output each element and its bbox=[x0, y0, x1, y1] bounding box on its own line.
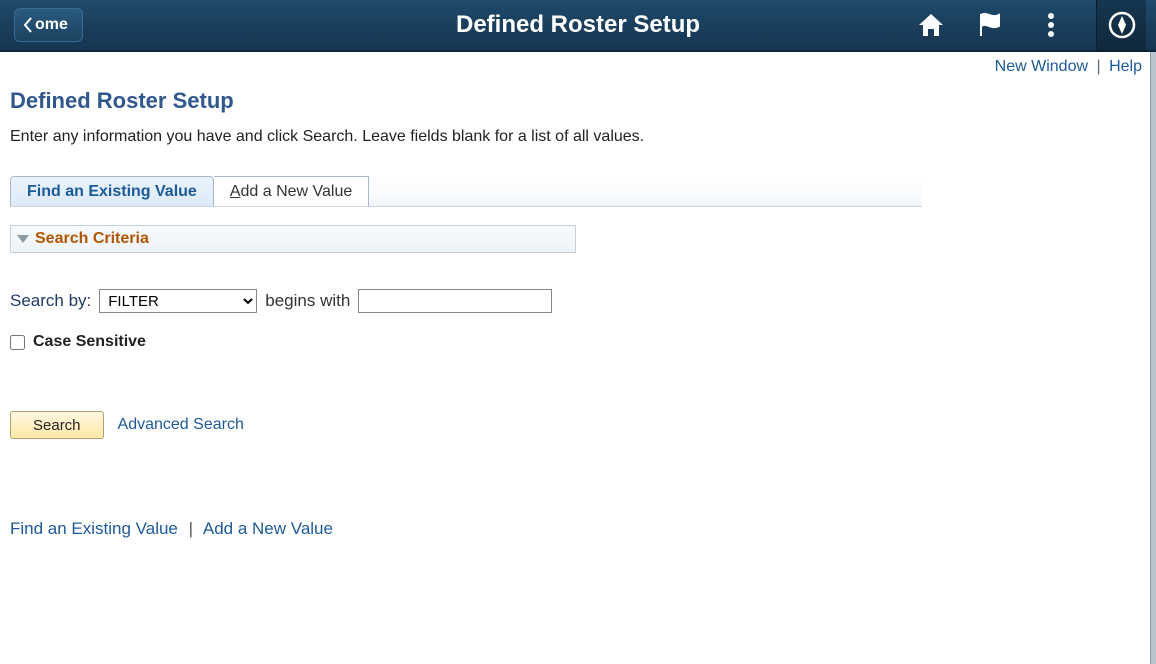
search-row: Search by: FILTER begins with bbox=[10, 289, 1146, 313]
compass-icon[interactable] bbox=[1096, 0, 1146, 51]
advanced-search-link[interactable]: Advanced Search bbox=[118, 416, 244, 434]
collapse-icon[interactable] bbox=[17, 235, 29, 243]
header-icons bbox=[916, 0, 1156, 51]
tab-add-accesskey: A bbox=[230, 183, 241, 201]
app-header: ome Defined Roster Setup bbox=[0, 0, 1156, 52]
help-link[interactable]: Help bbox=[1109, 58, 1142, 75]
right-scroll-border bbox=[1150, 52, 1156, 664]
content-area: Defined Roster Setup Enter any informati… bbox=[0, 76, 1156, 539]
tab-bar: Find an Existing Value Add a New Value bbox=[10, 176, 922, 207]
search-criteria-header: Search Criteria bbox=[10, 225, 576, 253]
case-sensitive-checkbox[interactable] bbox=[10, 335, 25, 350]
bottom-find-link[interactable]: Find an Existing Value bbox=[10, 519, 178, 538]
home-icon[interactable] bbox=[916, 10, 946, 40]
flag-icon[interactable] bbox=[976, 10, 1006, 40]
back-home-button[interactable]: ome bbox=[14, 8, 83, 42]
search-by-label: Search by: bbox=[10, 291, 91, 311]
back-label: ome bbox=[35, 16, 68, 34]
bottom-links: Find an Existing Value | Add a New Value bbox=[10, 519, 1146, 539]
case-sensitive-label: Case Sensitive bbox=[33, 333, 146, 351]
operator-label: begins with bbox=[265, 291, 350, 311]
tab-find-existing[interactable]: Find an Existing Value bbox=[10, 176, 214, 206]
search-value-input[interactable] bbox=[358, 289, 552, 313]
search-by-select[interactable]: FILTER bbox=[99, 289, 257, 313]
case-sensitive-row: Case Sensitive bbox=[10, 333, 1146, 351]
search-criteria-label: Search Criteria bbox=[35, 230, 149, 248]
search-button[interactable]: Search bbox=[10, 411, 104, 439]
bottom-separator: | bbox=[189, 519, 193, 538]
chevron-left-icon bbox=[23, 17, 33, 33]
page-title: Defined Roster Setup bbox=[10, 88, 1146, 114]
bottom-add-link[interactable]: Add a New Value bbox=[203, 519, 333, 538]
more-icon[interactable] bbox=[1036, 10, 1066, 40]
page-instruction: Enter any information you have and click… bbox=[10, 128, 1146, 146]
tab-add-new[interactable]: Add a New Value bbox=[214, 176, 369, 206]
top-links: New Window | Help bbox=[0, 52, 1156, 76]
tab-add-rest: dd a New Value bbox=[240, 183, 352, 201]
link-separator: | bbox=[1096, 58, 1100, 75]
action-row: Search Advanced Search bbox=[10, 411, 1146, 439]
new-window-link[interactable]: New Window bbox=[995, 58, 1088, 75]
